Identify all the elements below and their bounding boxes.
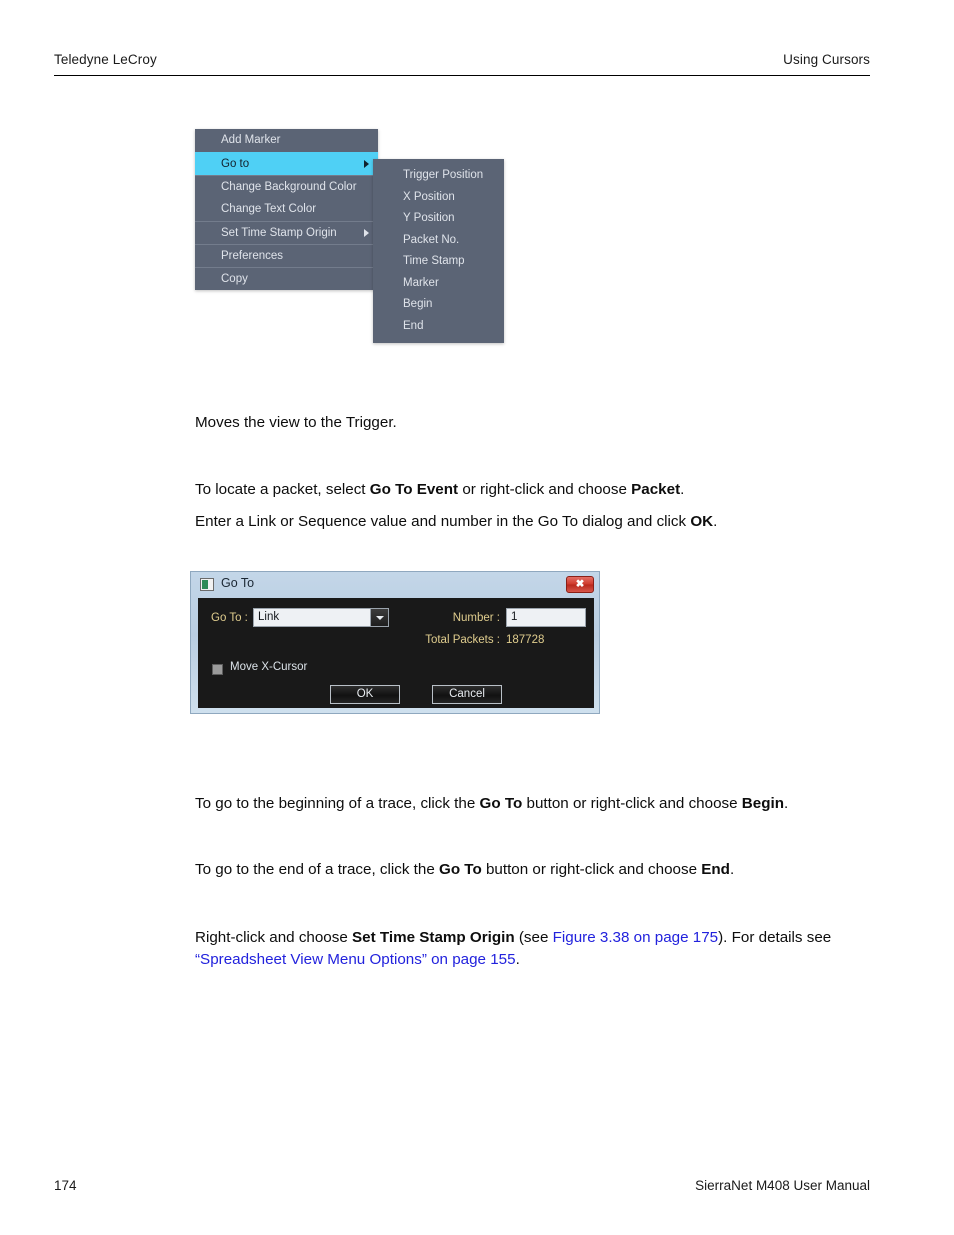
paragraph-go-to-beginning: To go to the beginning of a trace, click…: [195, 793, 885, 815]
menu-item-label: Change Text Color: [221, 203, 317, 215]
paragraph-enter-link: Enter a Link or Sequence value and numbe…: [195, 511, 885, 533]
submenu-item-begin[interactable]: Begin: [373, 294, 504, 316]
go-to-dialog: Go To ✖ Go To : Link Number : 1 Total Pa…: [190, 571, 600, 714]
text-segment: .: [783, 795, 789, 812]
text-bold-go-to: Go To: [479, 795, 523, 812]
text-segment: To go to the end of a trace, click the: [195, 861, 439, 878]
submenu-arrow-icon: [364, 229, 369, 237]
total-packets-value: 187728: [506, 634, 545, 646]
move-x-cursor-label: Move X-Cursor: [230, 661, 308, 673]
header-section-title: Using Cursors: [783, 52, 870, 67]
menu-item-set-time-stamp-origin[interactable]: Set Time Stamp Origin: [195, 221, 378, 244]
page-number: 174: [54, 1178, 77, 1193]
page-footer: 174 SierraNet M408 User Manual: [54, 1178, 870, 1198]
menu-item-copy[interactable]: Copy: [195, 267, 378, 290]
dialog-title: Go To: [221, 576, 255, 590]
text-segment: (see: [514, 929, 553, 946]
cancel-button[interactable]: Cancel: [432, 685, 502, 704]
paragraph-moves-view: Moves the view to the Trigger.: [195, 412, 885, 434]
chevron-down-icon[interactable]: [370, 609, 388, 626]
text-segment: or right-click and choose: [458, 481, 632, 498]
text-segment: ). For details see: [718, 929, 832, 946]
menu-item-label: Copy: [221, 273, 248, 285]
text-segment: Enter a Link or Sequence value and numbe…: [195, 513, 691, 530]
total-packets-label: Total Packets :: [425, 634, 500, 646]
text-bold-ok: OK: [690, 513, 714, 530]
go-to-submenu[interactable]: Trigger Position X Position Y Position P…: [373, 159, 504, 343]
submenu-item-time-stamp[interactable]: Time Stamp: [373, 251, 504, 273]
paragraph-locate-packet: To locate a packet, select Go To Event o…: [195, 479, 885, 501]
paragraph-text: Moves the view to the Trigger.: [195, 414, 397, 431]
paragraph-set-time-stamp-origin: Right-click and choose Set Time Stamp Or…: [195, 927, 885, 971]
menu-item-label: Go to: [221, 158, 250, 170]
dialog-body: Go To : Link Number : 1 Total Packets : …: [198, 598, 594, 708]
text-segment: .: [729, 861, 735, 878]
number-input-value: 1: [511, 611, 518, 623]
move-x-cursor-checkbox[interactable]: [212, 664, 223, 675]
header-divider: [54, 75, 870, 76]
text-bold-go-to: Go To: [439, 861, 482, 878]
paragraph-go-to-end: To go to the end of a trace, click the G…: [195, 859, 885, 881]
window-icon: [200, 578, 214, 591]
menu-item-label: Preferences: [221, 250, 284, 262]
dialog-title-bar[interactable]: Go To ✖: [191, 572, 599, 598]
menu-item-add-marker[interactable]: Add Marker: [195, 129, 378, 152]
go-to-select[interactable]: Link: [253, 608, 389, 627]
text-bold-packet: Packet: [631, 481, 681, 498]
submenu-item-end[interactable]: End: [373, 316, 504, 338]
text-bold-end: End: [701, 861, 730, 878]
text-segment: To go to the beginning of a trace, click…: [195, 795, 480, 812]
ok-button[interactable]: OK: [330, 685, 400, 704]
number-label: Number :: [452, 612, 500, 624]
menu-item-change-background-color[interactable]: Change Background Color: [195, 175, 378, 198]
submenu-item-marker[interactable]: Marker: [373, 273, 504, 295]
footer-manual-title: SierraNet M408 User Manual: [695, 1178, 870, 1193]
menu-item-label: Add Marker: [221, 134, 281, 146]
text-bold-begin: Begin: [741, 795, 784, 812]
menu-item-go-to[interactable]: Go to: [195, 152, 378, 175]
context-menu-figure: Add Marker Go to Change Background Color…: [195, 129, 515, 343]
text-segment: button or right-click and choose: [522, 795, 742, 812]
text-segment: To locate a packet, select: [195, 481, 370, 498]
number-input[interactable]: 1: [506, 608, 586, 627]
text-segment: button or right-click and choose: [481, 861, 702, 878]
close-icon[interactable]: ✖: [566, 576, 594, 593]
menu-item-preferences[interactable]: Preferences: [195, 244, 378, 267]
menu-item-label: Set Time Stamp Origin: [221, 227, 337, 239]
submenu-arrow-icon: [364, 160, 369, 168]
submenu-item-y-position[interactable]: Y Position: [373, 208, 504, 230]
text-bold-go-to-event: Go To Event: [369, 481, 459, 498]
link-spreadsheet-view-menu-options[interactable]: “Spreadsheet View Menu Options” on page …: [195, 951, 516, 968]
link-figure-3-38[interactable]: Figure 3.38 on page 175: [553, 929, 719, 946]
context-menu[interactable]: Add Marker Go to Change Background Color…: [195, 129, 378, 290]
submenu-item-x-position[interactable]: X Position: [373, 187, 504, 209]
submenu-item-trigger-position[interactable]: Trigger Position: [373, 165, 504, 187]
menu-item-change-text-color[interactable]: Change Text Color: [195, 198, 378, 221]
text-segment: Right-click and choose: [195, 929, 353, 946]
menu-item-label: Change Background Color: [221, 181, 357, 193]
submenu-item-packet-no[interactable]: Packet No.: [373, 230, 504, 252]
text-segment: .: [515, 951, 520, 968]
header-company-name: Teledyne LeCroy: [54, 52, 157, 67]
go-to-select-value: Link: [258, 611, 280, 623]
text-bold-set-time-stamp-origin: Set Time Stamp Origin: [352, 929, 515, 946]
text-segment: .: [713, 513, 718, 530]
go-to-label: Go To :: [211, 612, 248, 624]
text-segment: .: [680, 481, 685, 498]
page-header: Teledyne LeCroy Using Cursors: [54, 52, 870, 78]
